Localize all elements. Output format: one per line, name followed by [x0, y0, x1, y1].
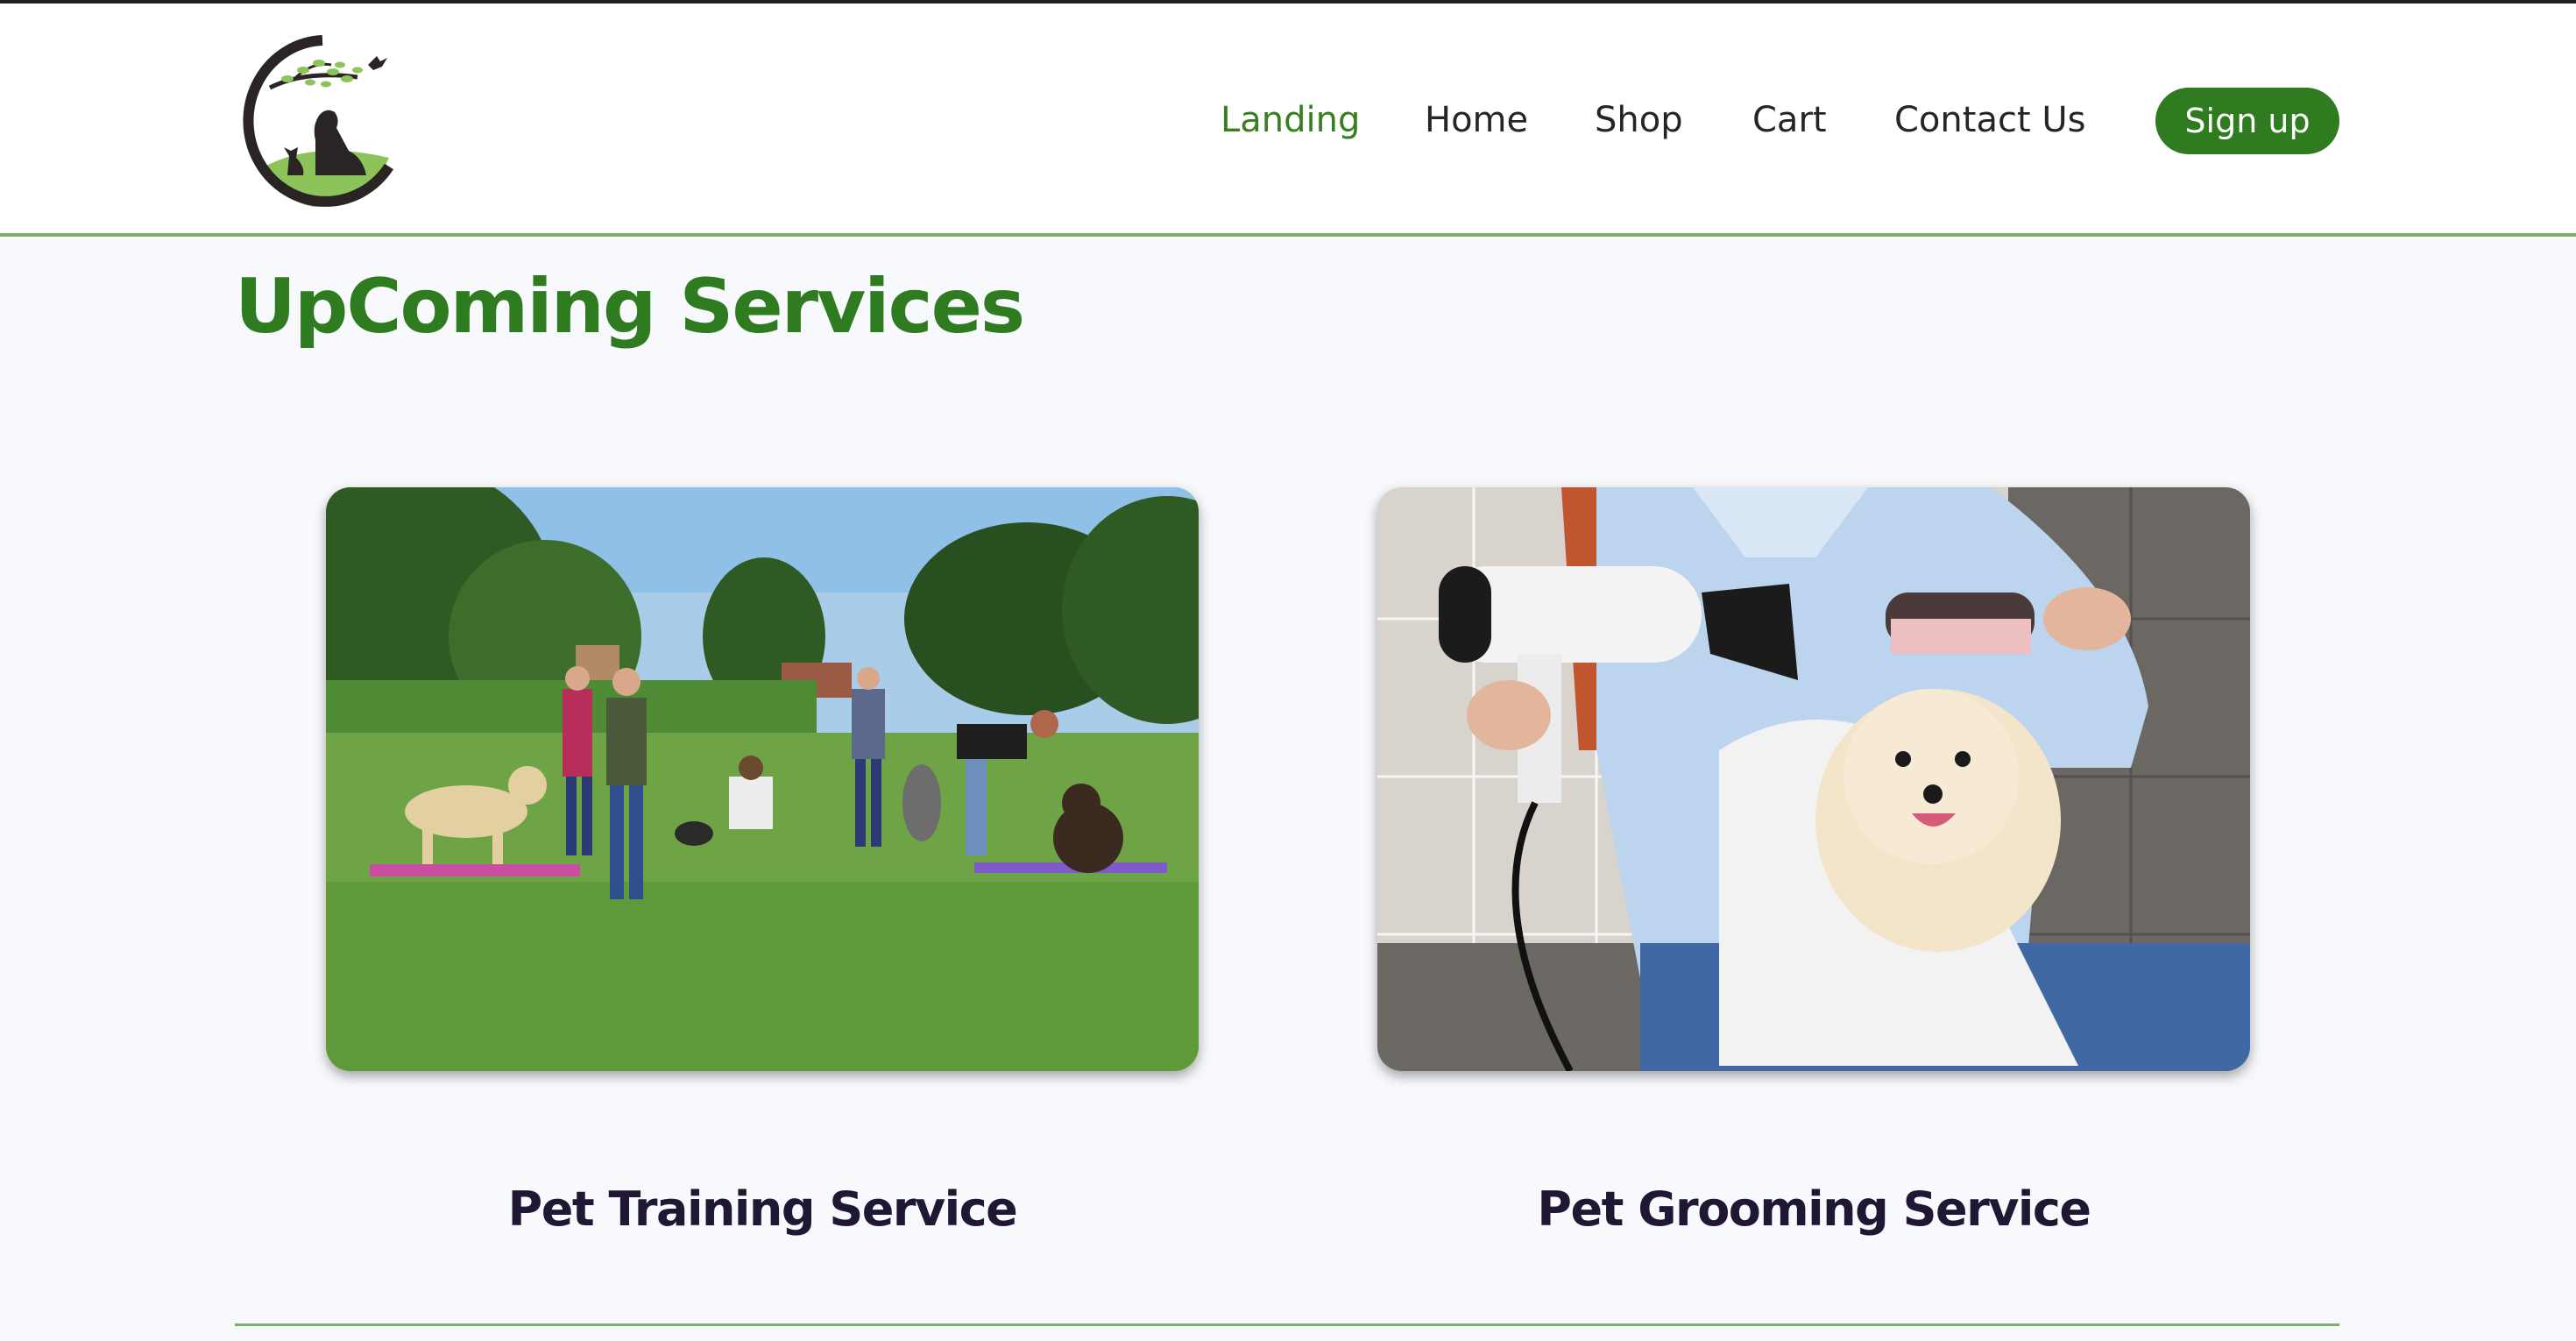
nav-contact-us[interactable]: Contact Us — [1894, 100, 2085, 140]
nav-home[interactable]: Home — [1425, 100, 1528, 140]
service-card-grooming[interactable] — [1377, 487, 2250, 1071]
nav-cart[interactable]: Cart — [1752, 100, 1827, 140]
section-title: UpComing Services — [235, 263, 1025, 351]
service-title-grooming: Pet Grooming Service — [1537, 1181, 2091, 1237]
sign-up-button[interactable]: Sign up — [2155, 88, 2339, 154]
nav-shop[interactable]: Shop — [1595, 100, 1683, 140]
service-card-training[interactable] — [326, 487, 1199, 1071]
main-nav: Landing Home Shop Cart Contact Us Sign u… — [0, 88, 2576, 154]
section-divider — [235, 1323, 2339, 1326]
dog-grooming-photo — [1377, 487, 2250, 1071]
nav-landing[interactable]: Landing — [1221, 100, 1360, 140]
dog-training-photo — [326, 487, 1199, 1071]
site-header: Landing Home Shop Cart Contact Us Sign u… — [0, 4, 2576, 237]
service-title-training: Pet Training Service — [507, 1181, 1018, 1237]
